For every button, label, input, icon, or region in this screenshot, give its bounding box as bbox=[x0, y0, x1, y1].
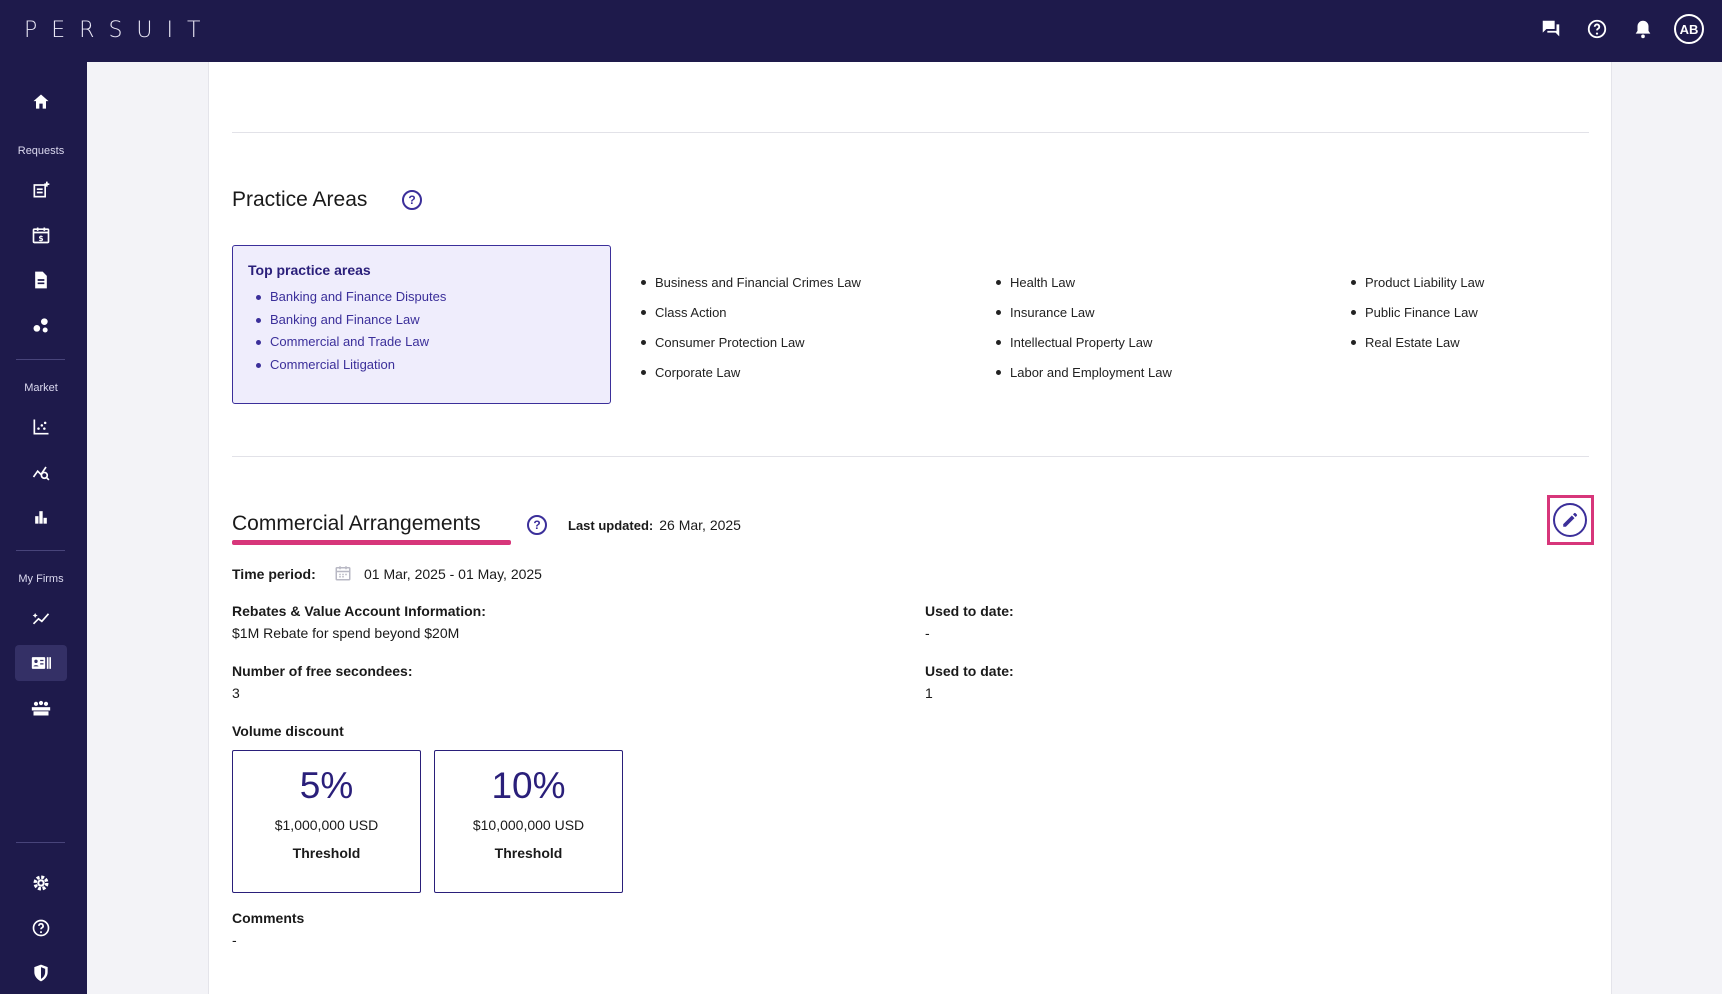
section-divider bbox=[232, 132, 1589, 133]
sidebar: Requests $ Market My Firms bbox=[0, 62, 87, 994]
persuit-logo[interactable]: PERSUIT bbox=[24, 18, 214, 43]
user-avatar[interactable]: AB bbox=[1674, 14, 1704, 44]
list-item: Banking and Finance Disputes bbox=[248, 286, 595, 309]
top-practice-areas-title: Top practice areas bbox=[248, 262, 371, 278]
list-item: Insurance Law bbox=[996, 298, 1172, 328]
time-period-value: 01 Mar, 2025 - 01 May, 2025 bbox=[364, 566, 542, 582]
rebates-used-value: - bbox=[925, 625, 930, 641]
rebates-label: Rebates & Value Account Information: bbox=[232, 603, 486, 619]
practice-areas-title: Practice Areas bbox=[232, 188, 368, 211]
scatter-chart-icon[interactable] bbox=[15, 409, 67, 445]
network-icon[interactable] bbox=[15, 307, 67, 343]
discount-amount: $1,000,000 USD bbox=[274, 817, 379, 833]
sidebar-section-requests: Requests bbox=[17, 145, 65, 157]
secondees-label: Number of free secondees: bbox=[232, 663, 413, 679]
title-highlight-underline bbox=[232, 540, 511, 545]
practice-areas-column-2: Health Law Insurance Law Intellectual Pr… bbox=[996, 268, 1172, 388]
list-item: Intellectual Property Law bbox=[996, 328, 1172, 358]
time-period-label: Time period: bbox=[232, 566, 316, 582]
list-item: Banking and Finance Law bbox=[248, 309, 595, 332]
secondees-used-label: Used to date: bbox=[925, 663, 1014, 679]
firm-card-icon[interactable] bbox=[15, 645, 67, 681]
rebates-value: $1M Rebate for spend beyond $20M bbox=[232, 625, 460, 641]
discount-card: 5% $1,000,000 USD Threshold bbox=[232, 750, 421, 893]
practice-areas-column-3: Product Liability Law Public Finance Law… bbox=[1351, 268, 1484, 358]
top-actions: AB bbox=[1536, 14, 1704, 44]
calendar-icon bbox=[334, 564, 352, 587]
list-item: Labor and Employment Law bbox=[996, 358, 1172, 388]
bell-icon[interactable] bbox=[1628, 14, 1658, 44]
search-analytics-icon[interactable] bbox=[15, 454, 67, 490]
edit-button[interactable] bbox=[1553, 503, 1587, 537]
practice-areas-help-icon[interactable]: ? bbox=[402, 190, 422, 210]
practice-areas-column-1: Business and Financial Crimes Law Class … bbox=[641, 268, 861, 388]
discount-percent: 5% bbox=[299, 765, 354, 806]
rebates-used-label: Used to date: bbox=[925, 603, 1014, 619]
list-item: Commercial Litigation bbox=[248, 354, 595, 377]
list-item: Corporate Law bbox=[641, 358, 861, 388]
list-item: Commercial and Trade Law bbox=[248, 331, 595, 354]
last-updated-value: 26 Mar, 2025 bbox=[659, 517, 741, 533]
top-bar: PERSUIT AB bbox=[0, 0, 1722, 62]
help-icon[interactable] bbox=[1582, 14, 1612, 44]
volume-discount-label: Volume discount bbox=[232, 723, 344, 739]
sidebar-divider bbox=[16, 550, 65, 551]
discount-amount: $10,000,000 USD bbox=[472, 817, 585, 833]
list-item: Public Finance Law bbox=[1351, 298, 1484, 328]
list-item: Business and Financial Crimes Law bbox=[641, 268, 861, 298]
shield-icon[interactable] bbox=[15, 955, 67, 991]
sidebar-divider bbox=[16, 842, 65, 843]
last-updated: Last updated: 26 Mar, 2025 bbox=[568, 517, 741, 533]
last-updated-label: Last updated: bbox=[568, 518, 654, 533]
main-panel: Practice Areas ? Top practice areas Bank… bbox=[208, 62, 1612, 994]
discount-threshold: Threshold bbox=[292, 845, 361, 861]
discount-card: 10% $10,000,000 USD Threshold bbox=[434, 750, 623, 893]
calendar-dollar-icon[interactable]: $ bbox=[15, 217, 67, 253]
new-request-icon[interactable] bbox=[15, 172, 67, 208]
help-icon[interactable] bbox=[15, 910, 67, 946]
section-divider bbox=[232, 456, 1589, 457]
comments-value: - bbox=[232, 932, 237, 948]
sidebar-section-my-firms: My Firms bbox=[18, 573, 64, 585]
sidebar-section-market: Market bbox=[24, 382, 58, 394]
pencil-icon bbox=[1563, 512, 1578, 527]
document-icon[interactable] bbox=[15, 262, 67, 298]
settings-icon[interactable] bbox=[15, 865, 67, 901]
chat-icon[interactable] bbox=[1536, 14, 1566, 44]
home-icon[interactable] bbox=[15, 84, 67, 120]
top-practice-areas-box: Top practice areas Banking and Finance D… bbox=[232, 245, 611, 404]
top-practice-areas-list: Banking and Finance Disputes Banking and… bbox=[248, 286, 595, 376]
comments-label: Comments bbox=[232, 910, 305, 926]
team-icon[interactable] bbox=[15, 690, 67, 726]
list-item: Health Law bbox=[996, 268, 1172, 298]
secondees-value: 3 bbox=[232, 685, 240, 701]
commercial-help-icon[interactable]: ? bbox=[527, 515, 547, 535]
commercial-arrangements-title: Commercial Arrangements bbox=[232, 512, 481, 535]
list-item: Class Action bbox=[641, 298, 861, 328]
performance-icon[interactable] bbox=[15, 600, 67, 636]
discount-threshold: Threshold bbox=[494, 845, 563, 861]
list-item: Consumer Protection Law bbox=[641, 328, 861, 358]
svg-text:$: $ bbox=[38, 234, 43, 243]
secondees-used-value: 1 bbox=[925, 685, 933, 701]
list-item: Product Liability Law bbox=[1351, 268, 1484, 298]
sidebar-divider bbox=[16, 359, 65, 360]
discount-percent: 10% bbox=[491, 765, 566, 806]
list-item: Real Estate Law bbox=[1351, 328, 1484, 358]
bar-chart-icon[interactable] bbox=[15, 499, 67, 535]
